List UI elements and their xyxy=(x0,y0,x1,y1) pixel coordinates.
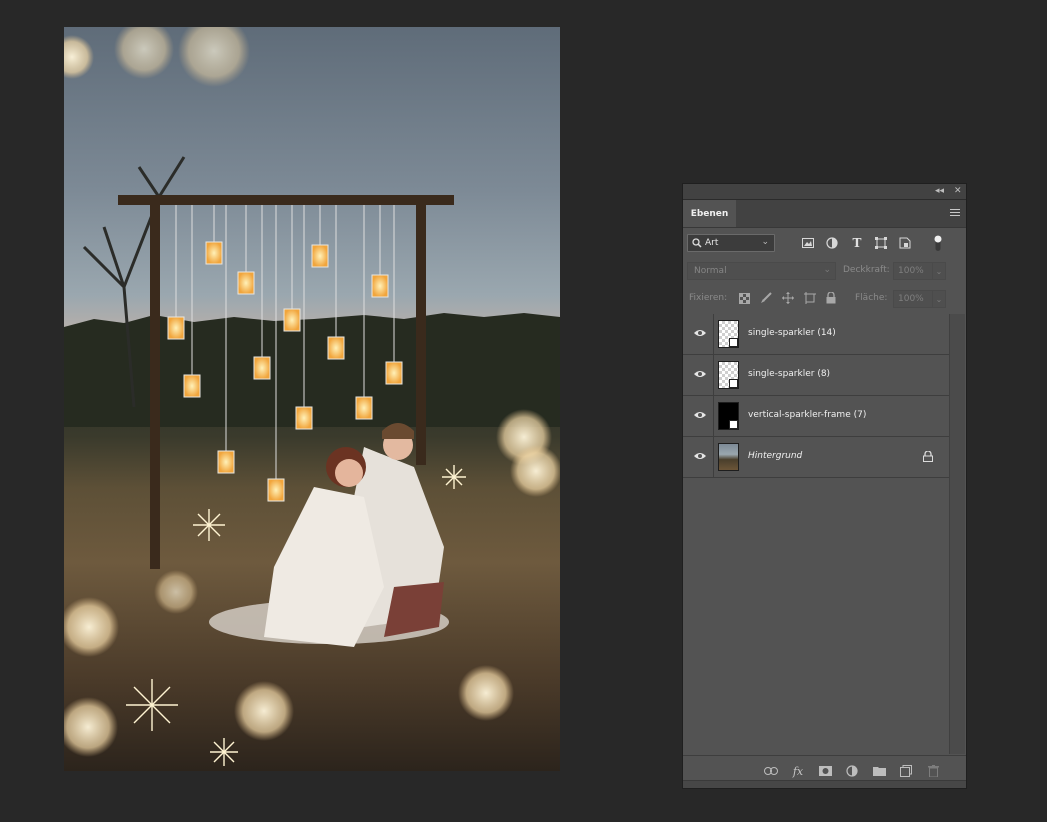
filter-adjustment-icon[interactable] xyxy=(825,236,839,250)
link-icon[interactable] xyxy=(764,764,778,778)
fill-label: Fläche: xyxy=(855,293,888,303)
panel-resize-handle[interactable] xyxy=(683,780,966,788)
lock-move-icon[interactable] xyxy=(781,291,795,305)
filter-pixel-icon[interactable] xyxy=(801,236,815,250)
layer-divider xyxy=(713,396,714,436)
adjustment-icon[interactable] xyxy=(845,764,859,778)
layers-list: single-sparkler (14) single-sparkler (8)… xyxy=(683,314,951,478)
folder-icon[interactable] xyxy=(872,764,886,778)
visibility-eye-icon[interactable] xyxy=(693,451,707,461)
opacity-label: Deckkraft: xyxy=(843,265,890,275)
layer-row[interactable]: single-sparkler (8) xyxy=(683,355,951,396)
filter-shape-icon[interactable] xyxy=(874,236,888,250)
layer-name[interactable]: vertical-sparkler-frame (7) xyxy=(748,410,866,420)
layer-thumbnail xyxy=(718,443,739,471)
fill-dropdown-button[interactable]: ⌄ xyxy=(932,290,946,308)
visibility-eye-icon[interactable] xyxy=(693,369,707,379)
blend-mode-select[interactable]: Normal ⌄ xyxy=(687,262,836,280)
layer-name[interactable]: Hintergrund xyxy=(748,451,802,461)
layer-divider xyxy=(713,437,714,477)
filter-kind-select[interactable]: Art ⌄ xyxy=(687,234,775,252)
lock-label: Fixieren: xyxy=(689,293,728,303)
visibility-eye-icon[interactable] xyxy=(693,410,707,420)
lock-artboard-icon[interactable] xyxy=(803,291,817,305)
layer-thumbnail xyxy=(718,361,739,389)
blend-row: Normal ⌄ Deckkraft: 100% ⌄ xyxy=(687,262,946,280)
filter-smart-object-icon[interactable] xyxy=(898,236,912,250)
smart-object-badge-icon xyxy=(729,420,738,429)
search-icon xyxy=(692,238,702,248)
fx-icon[interactable]: fx xyxy=(791,764,805,778)
layer-name[interactable]: single-sparkler (8) xyxy=(748,369,830,379)
panel-titlebar: ◂◂ ✕ xyxy=(683,184,966,200)
fill-field[interactable]: 100% xyxy=(893,290,933,308)
opacity-dropdown-button[interactable]: ⌄ xyxy=(932,262,946,280)
layers-panel: ◂◂ ✕ Ebenen Art ⌄ T Normal ⌄ Deckkraft: … xyxy=(682,183,967,789)
opacity-field[interactable]: 100% xyxy=(893,262,933,280)
layers-scrollbar[interactable] xyxy=(949,314,965,754)
visibility-eye-icon[interactable] xyxy=(693,328,707,338)
lock-row: Fixieren: Fläche: 100% ⌄ xyxy=(687,290,946,308)
layer-row[interactable]: vertical-sparkler-frame (7) xyxy=(683,396,951,437)
close-panel-button[interactable]: ✕ xyxy=(954,185,962,197)
lock-all-icon[interactable] xyxy=(824,291,838,305)
layer-thumbnail xyxy=(718,402,739,430)
lock-transparent-icon[interactable] xyxy=(737,291,751,305)
layer-divider xyxy=(713,355,714,395)
new-layer-icon[interactable] xyxy=(899,764,913,778)
chevron-down-icon: ⌄ xyxy=(761,237,769,247)
tab-layers[interactable]: Ebenen xyxy=(683,200,736,227)
chevron-down-icon: ⌄ xyxy=(823,265,831,275)
filter-row: Art ⌄ T xyxy=(687,233,962,255)
layer-name[interactable]: single-sparkler (14) xyxy=(748,328,836,338)
panel-menu-icon[interactable] xyxy=(950,209,960,218)
layer-thumbnail xyxy=(718,320,739,348)
couple xyxy=(209,423,449,647)
filter-toggle-switch[interactable] xyxy=(934,234,942,252)
panel-footer: fx xyxy=(683,755,966,788)
trash-icon[interactable] xyxy=(926,764,940,778)
blend-mode-value: Normal xyxy=(694,266,727,276)
layer-divider xyxy=(713,314,714,354)
filter-kind-value: Art xyxy=(705,238,719,248)
panel-tabs: Ebenen xyxy=(683,200,966,228)
smart-object-badge-icon xyxy=(729,338,738,347)
layer-row[interactable]: single-sparkler (14) xyxy=(683,314,951,355)
lock-brush-icon[interactable] xyxy=(759,291,773,305)
filter-type-icon[interactable]: T xyxy=(850,236,864,250)
photo-artwork xyxy=(64,27,560,766)
layer-row[interactable]: Hintergrund xyxy=(683,437,951,478)
lock-icon xyxy=(923,451,933,462)
smart-object-badge-icon xyxy=(729,379,738,388)
collapse-panel-button[interactable]: ◂◂ xyxy=(935,185,944,197)
mask-icon[interactable] xyxy=(818,764,832,778)
canvas-image[interactable] xyxy=(64,27,560,771)
